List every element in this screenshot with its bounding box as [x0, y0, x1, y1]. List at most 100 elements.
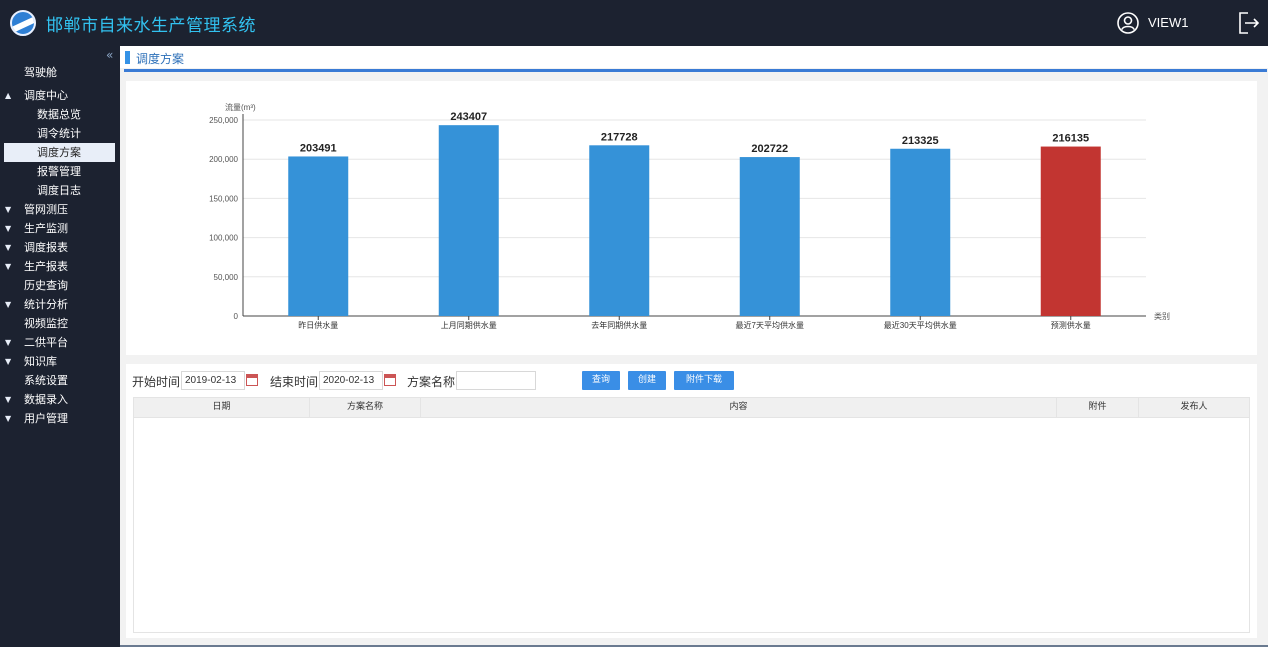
bar-value-label: 216135 — [1052, 133, 1089, 145]
bar — [890, 148, 951, 316]
bar — [288, 156, 349, 316]
y-tick-label: 50,000 — [214, 273, 239, 282]
bar-value-label: 213325 — [902, 135, 939, 147]
calendar-icon[interactable] — [246, 374, 258, 386]
x-tick-label: 昨日供水量 — [298, 320, 338, 330]
caret-down-icon: ▼ — [5, 205, 12, 214]
y-axis-title: 流量(m³) — [225, 102, 256, 112]
bar — [589, 145, 650, 316]
sidebar-item[interactable]: ▼ 生产报表 — [0, 257, 118, 276]
sidebar-item[interactable]: 调度方案 — [4, 143, 115, 162]
caret-down-icon: ▼ — [5, 414, 12, 423]
sidebar-item[interactable]: 调度日志 — [0, 181, 118, 200]
sidebar-item-label: 数据总览 — [37, 108, 81, 121]
user-icon[interactable] — [1117, 12, 1139, 34]
user-name[interactable]: VIEW1 — [1148, 15, 1188, 30]
x-tick-label: 去年同期供水量 — [591, 320, 647, 330]
sidebar-item-label: 系统设置 — [24, 374, 68, 387]
chart-panel: 0 50,000 100,000 150,000 200,000 250,000 流量(m³… — [126, 81, 1257, 355]
filter-panel: 开始时间 结束时间 方案名称 查询 创建 附件下载 日期 方案名称 内容 附件 … — [126, 364, 1257, 638]
caret-down-icon: ▼ — [5, 262, 12, 271]
sidebar-item-label: 调令统计 — [37, 127, 81, 140]
sidebar-item-label: 调度报表 — [24, 241, 68, 254]
x-tick-label: 最近7天平均供水量 — [736, 320, 804, 330]
sidebar-item-label: 报警管理 — [37, 165, 81, 178]
sidebar-item[interactable]: ▼ 生产监测 — [0, 219, 118, 238]
sidebar-item[interactable]: 历史查询 — [0, 276, 118, 295]
sidebar-item[interactable]: ▼ 调度报表 — [0, 238, 118, 257]
attachment-download-button[interactable]: 附件下载 — [674, 371, 734, 390]
logout-icon[interactable] — [1238, 11, 1260, 35]
sidebar-item[interactable]: ▼ 统计分析 — [0, 295, 118, 314]
end-date-input[interactable] — [319, 371, 383, 390]
caret-down-icon: ▼ — [5, 300, 12, 309]
caret-down-icon: ▼ — [5, 357, 12, 366]
sidebar-item[interactable]: 数据总览 — [0, 105, 118, 124]
sidebar-item[interactable]: ▼ 管网测压 — [0, 200, 118, 219]
caret-down-icon: ▼ — [5, 338, 12, 347]
sidebar-item[interactable]: ▼ 用户管理 — [0, 409, 118, 428]
sidebar-item-label: 驾驶舱 — [24, 66, 57, 79]
column-plan-name[interactable]: 方案名称 — [310, 398, 421, 417]
plan-name-label: 方案名称 — [407, 375, 456, 389]
sidebar-item[interactable]: 驾驶舱 — [0, 63, 118, 82]
sidebar-item[interactable]: ▼ 数据录入 — [0, 390, 118, 409]
sidebar-item-label: 生产监测 — [24, 222, 68, 235]
sidebar-item-label: 生产报表 — [24, 260, 68, 273]
calendar-icon[interactable] — [384, 374, 396, 386]
column-publisher[interactable]: 发布人 — [1139, 398, 1249, 417]
column-date[interactable]: 日期 — [134, 398, 310, 417]
y-tick-label: 100,000 — [209, 234, 238, 243]
y-tick-label: 250,000 — [209, 116, 238, 125]
column-content[interactable]: 内容 — [421, 398, 1057, 417]
query-button[interactable]: 查询 — [582, 371, 620, 390]
bar — [1040, 146, 1101, 316]
sidebar-item-label: 调度日志 — [37, 184, 81, 197]
start-date-input[interactable] — [181, 371, 245, 390]
page-tab[interactable]: 调度方案 — [120, 46, 1268, 68]
sidebar-item-label: 二供平台 — [24, 336, 68, 349]
sidebar-item[interactable]: ▼ 二供平台 — [0, 333, 118, 352]
y-tick-label: 200,000 — [209, 155, 238, 164]
sidebar-item[interactable]: ▲ 调度中心 — [0, 86, 118, 105]
sidebar-item-label: 历史查询 — [24, 279, 68, 292]
bar-value-label: 202722 — [751, 143, 788, 155]
sidebar-item-label: 知识库 — [24, 355, 57, 368]
y-tick-label: 0 — [234, 312, 239, 321]
sidebar-item[interactable]: ▼ 知识库 — [0, 352, 118, 371]
sidebar-item-label: 调度方案 — [37, 146, 81, 159]
sidebar-item[interactable]: 视频监控 — [0, 314, 118, 333]
bar-value-label: 203491 — [300, 142, 337, 154]
start-time-label: 开始时间 — [132, 375, 181, 389]
main-content: 调度方案 0 50,000 100,000 150,000 200,000 250,000… — [120, 46, 1268, 647]
create-button[interactable]: 创建 — [628, 371, 666, 390]
tab-marker — [125, 51, 130, 64]
sidebar-item-label: 统计分析 — [24, 298, 68, 311]
sidebar-item-label: 用户管理 — [24, 412, 68, 425]
sidebar-item[interactable]: 调令统计 — [0, 124, 118, 143]
caret-down-icon: ▼ — [5, 224, 12, 233]
bar-value-label: 217728 — [601, 131, 638, 143]
sidebar-item-label: 数据录入 — [24, 393, 68, 406]
tab-underline — [124, 69, 1267, 72]
bar — [739, 157, 800, 316]
y-tick-label: 150,000 — [209, 194, 238, 203]
table-body — [133, 418, 1250, 633]
app-title: 邯郸市自来水生产管理系统 — [46, 16, 256, 36]
collapse-sidebar-icon[interactable]: « — [106, 48, 113, 62]
page-tab-title: 调度方案 — [136, 52, 185, 66]
x-tick-label: 预测供水量 — [1051, 320, 1091, 330]
water-supply-bar-chart: 0 50,000 100,000 150,000 200,000 250,000 流量(m³… — [209, 102, 1170, 330]
sidebar-item-label: 调度中心 — [24, 89, 68, 102]
logo-icon — [10, 10, 36, 36]
caret-up-icon: ▲ — [5, 91, 12, 100]
sidebar-item[interactable]: 系统设置 — [0, 371, 118, 390]
caret-down-icon: ▼ — [5, 243, 12, 252]
end-time-label: 结束时间 — [270, 375, 319, 389]
plan-name-input[interactable] — [456, 371, 536, 390]
column-attachment[interactable]: 附件 — [1057, 398, 1139, 417]
table-header: 日期 方案名称 内容 附件 发布人 — [133, 397, 1250, 418]
sidebar-item-label: 管网测压 — [24, 203, 68, 216]
sidebar-item[interactable]: 报警管理 — [0, 162, 118, 181]
sidebar-item-label: 视频监控 — [24, 317, 68, 330]
